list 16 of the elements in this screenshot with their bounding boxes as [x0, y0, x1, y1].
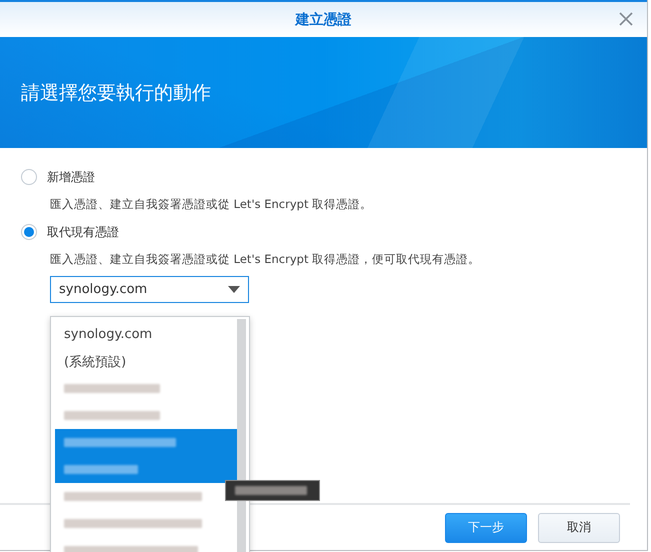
cancel-button[interactable]: 取消	[538, 512, 620, 542]
caret-icon[interactable]	[228, 286, 240, 293]
radio-button[interactable]	[21, 169, 37, 185]
scrollbar[interactable]	[237, 319, 246, 552]
certificate-select-field[interactable]: synology.com	[50, 276, 249, 303]
dialog-title: 建立憑證	[296, 10, 352, 28]
option-label: 新增憑證	[47, 168, 95, 186]
dropdown-option[interactable]: (系統預設)	[55, 348, 241, 375]
option-description: 匯入憑證、建立自我簽署憑證或從 Let's Encrypt 取得憑證。	[50, 197, 374, 212]
option-label: 取代現有憑證	[47, 224, 119, 240]
radio-button[interactable]	[21, 224, 37, 240]
dropdown-option[interactable]: synology.com	[55, 321, 241, 348]
option-description: 匯入憑證、建立自我簽署憑證或從 Let's Encrypt 取得憑證，便可取代現有憑證。	[50, 252, 482, 267]
close-icon[interactable]	[619, 12, 633, 26]
banner-heading: 請選擇您要執行的動作	[21, 80, 211, 106]
redacted-text	[235, 486, 307, 495]
